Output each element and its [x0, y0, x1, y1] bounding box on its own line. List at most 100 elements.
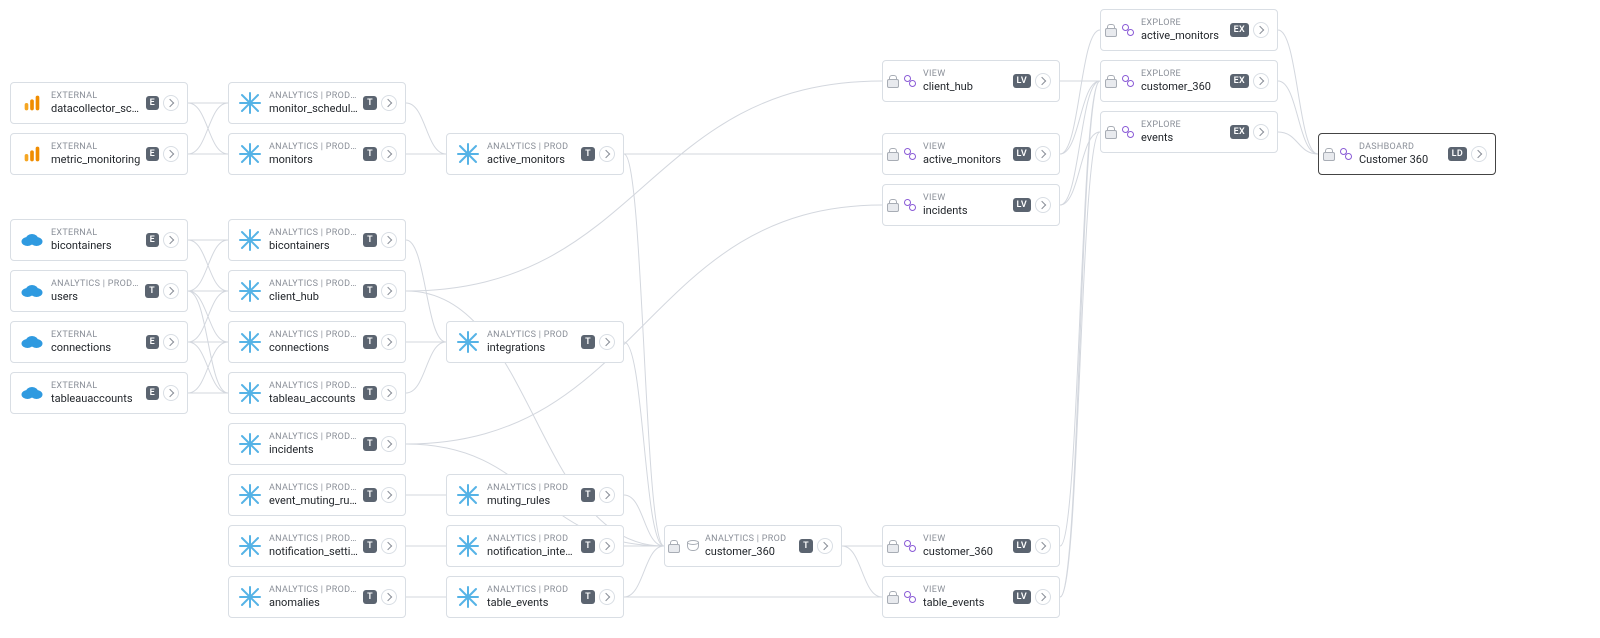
expand-button[interactable]: [163, 95, 179, 111]
lineage-node-v5[interactable]: VIEWtable_eventsLV: [882, 576, 1060, 618]
edge: [624, 342, 664, 546]
expand-button[interactable]: [599, 538, 615, 554]
lineage-node-b1[interactable]: ANALYTICS | PRODactive_monitorsT: [446, 133, 624, 175]
lineage-node-a8[interactable]: ANALYTICS | PROD_...event_muting_rulesT: [228, 474, 406, 516]
expand-button[interactable]: [381, 538, 397, 554]
looker-icon: [904, 148, 916, 160]
lock-icon: [886, 199, 898, 211]
expand-button[interactable]: [381, 283, 397, 299]
lineage-node-v1[interactable]: VIEWclient_hubLV: [882, 60, 1060, 102]
expand-button[interactable]: [381, 487, 397, 503]
node-type-badge: EX: [1230, 23, 1249, 37]
node-name: events: [1141, 131, 1226, 144]
node-caption: EXPLORE: [1141, 18, 1226, 28]
node-caption: EXPLORE: [1141, 120, 1226, 130]
node-name: bicontainers: [269, 239, 359, 252]
node-name: datacollector_sch...: [51, 102, 142, 115]
edge: [1060, 132, 1100, 597]
node-caption: ANALYTICS | PROD_...: [269, 279, 359, 289]
lineage-node-sf2[interactable]: ANALYTICS | PROD_...usersT: [10, 270, 188, 312]
expand-button[interactable]: [1035, 197, 1051, 213]
expand-button[interactable]: [1035, 73, 1051, 89]
expand-button[interactable]: [1035, 146, 1051, 162]
lineage-node-b2[interactable]: ANALYTICS | PRODintegrationsT: [446, 321, 624, 363]
lineage-node-a10[interactable]: ANALYTICS | PROD_...anomaliesT: [228, 576, 406, 618]
lineage-node-a1[interactable]: ANALYTICS | PROD_...monitor_schedulesT: [228, 82, 406, 124]
expand-button[interactable]: [163, 232, 179, 248]
expand-button[interactable]: [163, 283, 179, 299]
expand-button[interactable]: [1035, 538, 1051, 554]
lineage-node-a6[interactable]: ANALYTICS | PROD_...tableau_accountsT: [228, 372, 406, 414]
expand-button[interactable]: [381, 589, 397, 605]
node-source-icon: [237, 90, 263, 116]
node-type-badge: T: [581, 539, 595, 553]
node-type-badge: E: [146, 335, 159, 349]
edge: [1060, 81, 1100, 205]
lineage-node-v2[interactable]: VIEWactive_monitorsLV: [882, 133, 1060, 175]
node-caption: ANALYTICS | PROD: [705, 534, 795, 544]
lineage-node-ga1[interactable]: EXTERNALdatacollector_sch...E: [10, 82, 188, 124]
expand-button[interactable]: [599, 146, 615, 162]
lineage-node-b3[interactable]: ANALYTICS | PRODmuting_rulesT: [446, 474, 624, 516]
node-name: users: [51, 290, 141, 303]
node-type-badge: E: [146, 96, 159, 110]
lineage-node-a5[interactable]: ANALYTICS | PROD_...connectionsT: [228, 321, 406, 363]
node-source-icon: [237, 141, 263, 167]
expand-button[interactable]: [163, 385, 179, 401]
lineage-node-sf1[interactable]: EXTERNALbicontainersE: [10, 219, 188, 261]
lineage-node-sf4[interactable]: EXTERNALtableauaccountsE: [10, 372, 188, 414]
lineage-node-a7[interactable]: ANALYTICS | PROD_...incidentsT: [228, 423, 406, 465]
lineage-node-b4[interactable]: ANALYTICS | PRODnotification_integr...T: [446, 525, 624, 567]
expand-button[interactable]: [163, 334, 179, 350]
lineage-node-a4[interactable]: ANALYTICS | PROD_...client_hubT: [228, 270, 406, 312]
lock-icon: [1104, 126, 1116, 138]
lineage-node-sf3[interactable]: EXTERNALconnectionsE: [10, 321, 188, 363]
lineage-node-e2[interactable]: EXPLOREcustomer_360EX: [1100, 60, 1278, 102]
lineage-node-v3[interactable]: VIEWincidentsLV: [882, 184, 1060, 226]
edge: [1060, 81, 1100, 546]
node-type-badge: E: [146, 147, 159, 161]
expand-button[interactable]: [599, 487, 615, 503]
expand-button[interactable]: [163, 146, 179, 162]
expand-button[interactable]: [381, 385, 397, 401]
node-source-icon: [891, 533, 917, 559]
lineage-canvas[interactable]: { "badges": { "E": "E", "T": "T", "LV": …: [0, 0, 1600, 638]
lineage-node-v4[interactable]: VIEWcustomer_360LV: [882, 525, 1060, 567]
expand-button[interactable]: [1035, 589, 1051, 605]
node-source-icon: [237, 482, 263, 508]
lineage-node-b5[interactable]: ANALYTICS | PRODtable_eventsT: [446, 576, 624, 618]
expand-button[interactable]: [381, 95, 397, 111]
lineage-node-a3[interactable]: ANALYTICS | PROD_...bicontainersT: [228, 219, 406, 261]
lineage-node-d1[interactable]: DASHBOARDCustomer 360LD: [1318, 133, 1496, 175]
expand-button[interactable]: [817, 538, 833, 554]
expand-button[interactable]: [381, 146, 397, 162]
expand-button[interactable]: [1253, 22, 1269, 38]
node-source-icon: [1109, 17, 1135, 43]
edge: [1278, 30, 1318, 154]
node-source-icon: [891, 584, 917, 610]
node-type-badge: LV: [1013, 539, 1031, 553]
lineage-node-e3[interactable]: EXPLOREeventsEX: [1100, 111, 1278, 153]
node-name: bicontainers: [51, 239, 142, 252]
lineage-node-c1[interactable]: ANALYTICS | PRODcustomer_360T: [664, 525, 842, 567]
edge: [406, 342, 446, 393]
lineage-node-a2[interactable]: ANALYTICS | PROD_...monitorsT: [228, 133, 406, 175]
expand-button[interactable]: [599, 334, 615, 350]
expand-button[interactable]: [381, 334, 397, 350]
expand-button[interactable]: [1471, 146, 1487, 162]
node-type-badge: T: [145, 284, 159, 298]
lineage-node-ga2[interactable]: EXTERNALmetric_monitoringE: [10, 133, 188, 175]
database-icon: [685, 539, 699, 553]
expand-button[interactable]: [599, 589, 615, 605]
expand-button[interactable]: [381, 436, 397, 452]
expand-button[interactable]: [1253, 73, 1269, 89]
expand-button[interactable]: [381, 232, 397, 248]
node-caption: VIEW: [923, 193, 1009, 203]
node-name: connections: [51, 341, 142, 354]
lineage-node-a9[interactable]: ANALYTICS | PROD_...notification_settin.…: [228, 525, 406, 567]
node-source-icon: [19, 329, 45, 355]
lineage-node-e1[interactable]: EXPLOREactive_monitorsEX: [1100, 9, 1278, 51]
expand-button[interactable]: [1253, 124, 1269, 140]
node-caption: EXTERNAL: [51, 381, 142, 391]
node-type-badge: T: [363, 147, 377, 161]
